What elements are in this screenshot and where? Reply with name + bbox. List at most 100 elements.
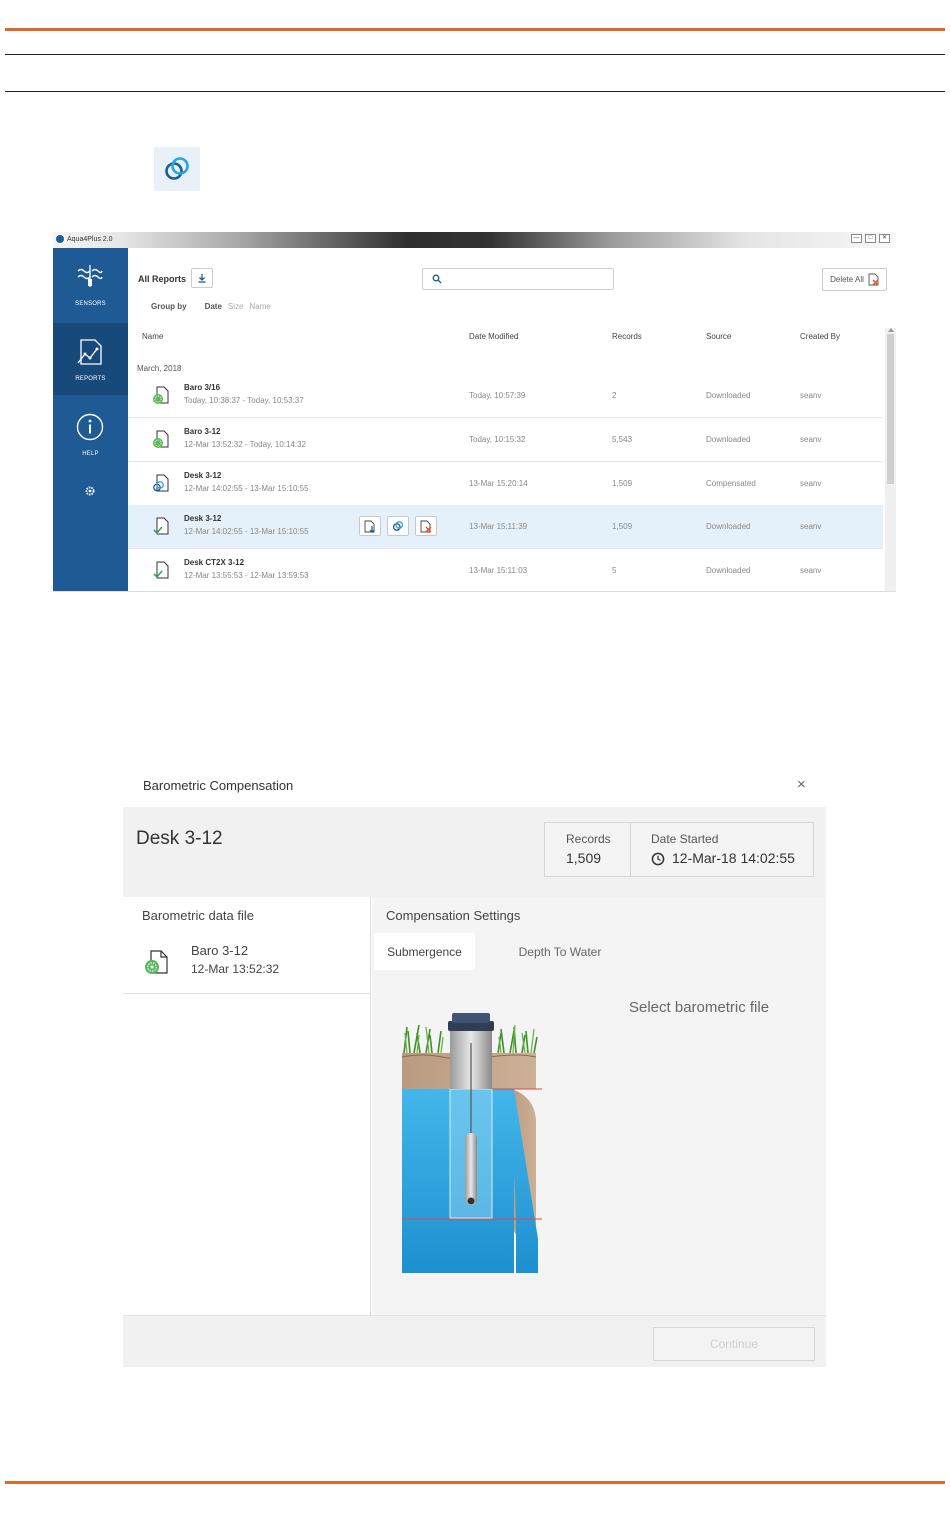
- delete-all-button[interactable]: Delete All: [822, 268, 887, 291]
- row-range: 12-Mar 13:55:53 - 12-Mar 13:59:53: [184, 571, 309, 580]
- row-created-by: seanv: [800, 522, 822, 531]
- baro-file-item[interactable]: Baro 3-12 12-Mar 13:52:32: [123, 937, 371, 994]
- download-all-button[interactable]: [191, 268, 213, 288]
- sidebar-item-help[interactable]: HELP: [53, 398, 128, 470]
- compensation-settings-label: Compensation Settings: [386, 908, 521, 923]
- delete-file-icon: [420, 520, 432, 532]
- compensate-icon: [154, 147, 200, 191]
- reports-panel: All Reports Group by Date Size Name Dele…: [128, 248, 896, 591]
- baro-file-icon: [145, 950, 168, 974]
- records-value: 1,509: [566, 850, 602, 866]
- bottom-orange-rule: [5, 1481, 945, 1484]
- continue-button[interactable]: Continue: [653, 1327, 815, 1361]
- col-source[interactable]: Source: [706, 332, 731, 341]
- file-info-box: Records 1,509 Date Started 12-Mar-18 14:…: [544, 822, 814, 877]
- dialog-header: Desk 3-12 Records 1,509 Date Started 12-…: [123, 807, 826, 897]
- row-records: 1,509: [612, 479, 633, 488]
- compensate-icon: [392, 521, 404, 531]
- search-input[interactable]: [422, 268, 614, 290]
- row-date: 13-Mar 15:11:03: [469, 566, 528, 575]
- row-range: Today, 10:38:37 - Today, 10:53:37: [184, 396, 304, 405]
- col-name[interactable]: Name: [142, 332, 163, 341]
- baro-file-icon: [153, 430, 169, 448]
- table-header: Name Date Modified Records Source Create…: [128, 328, 883, 346]
- row-records: 5: [612, 566, 617, 575]
- col-records[interactable]: Records: [612, 332, 642, 341]
- dialog-footer: Continue: [123, 1315, 826, 1367]
- compensation-settings-panel: Compensation Settings Submergence Depth …: [372, 897, 826, 1315]
- scroll-up-arrow-icon[interactable]: [888, 328, 894, 332]
- info-icon: [76, 413, 104, 441]
- compensated-file-icon: [153, 474, 169, 492]
- delete-file-icon: [868, 273, 879, 286]
- row-range: 12-Mar 14:02:55 - 13-Mar 15:10:55: [184, 484, 309, 493]
- select-baro-prompt: Select barometric file: [629, 999, 770, 1016]
- delete-row-button[interactable]: [415, 516, 437, 536]
- top-orange-rule: [5, 28, 945, 31]
- download-file-icon: [364, 520, 375, 533]
- check-file-icon: [153, 517, 169, 535]
- download-icon: [198, 274, 206, 283]
- dialog-title: Barometric Compensation: [143, 778, 294, 793]
- row-records: 1,509: [612, 522, 633, 531]
- row-date: Today, 10:15:32: [469, 435, 526, 444]
- maximize-button[interactable]: □: [865, 234, 876, 243]
- barometric-file-panel: Barometric data file Baro 3-12 12-Mar 13…: [123, 897, 371, 1315]
- tab-depth-to-water[interactable]: Depth To Water: [500, 933, 620, 970]
- row-name: Baro 3-12: [184, 427, 221, 436]
- table-row[interactable]: Desk CT2X 3-12 12-Mar 13:55:53 - 12-Mar …: [128, 549, 883, 591]
- row-range: 12-Mar 14:02:55 - 13-Mar 15:10:55: [184, 527, 309, 536]
- col-created-by[interactable]: Created By: [800, 332, 840, 341]
- close-window-button[interactable]: ✕: [879, 234, 890, 243]
- row-created-by: seanv: [800, 435, 822, 444]
- search-icon: [432, 274, 442, 284]
- clock-icon: [651, 852, 665, 866]
- file-title: Desk 3-12: [136, 828, 223, 849]
- header-rule-top: [5, 54, 945, 55]
- group-by-date[interactable]: Date: [205, 302, 222, 311]
- aqua4plus-window: Aqua4Plus 2.0 — □ ✕ SENSORS REPORTS HELP…: [53, 232, 896, 592]
- sidebar-item-settings[interactable]: [53, 478, 128, 508]
- row-source: Downloaded: [706, 522, 751, 531]
- dialog-close-button[interactable]: ×: [797, 776, 806, 793]
- window-controls: — □ ✕: [851, 234, 890, 243]
- sidebar-item-reports[interactable]: REPORTS: [53, 323, 128, 395]
- row-records: 5,543: [612, 435, 633, 444]
- download-row-button[interactable]: [359, 516, 381, 536]
- row-date: 13-Mar 15:11:39: [469, 522, 528, 531]
- group-header-month: March, 2018: [137, 364, 182, 373]
- row-source: Compensated: [706, 479, 756, 488]
- compensate-row-button[interactable]: [387, 516, 409, 536]
- group-by-size[interactable]: Size: [228, 302, 244, 311]
- row-date: 13-Mar 15:20:14: [469, 479, 528, 488]
- table-row[interactable]: Desk 3-12 12-Mar 14:02:55 - 13-Mar 15:10…: [128, 462, 883, 506]
- table-row[interactable]: Baro 3-12 12-Mar 13:52:32 - Today, 10:14…: [128, 418, 883, 462]
- col-date-modified[interactable]: Date Modified: [469, 332, 518, 341]
- scroll-thumb[interactable]: [887, 334, 894, 484]
- row-source: Downloaded: [706, 391, 751, 400]
- row-name: Desk CT2X 3-12: [184, 558, 245, 567]
- row-created-by: seanv: [800, 391, 822, 400]
- info-divider: [630, 823, 631, 876]
- table-row-selected[interactable]: Desk 3-12 12-Mar 14:02:55 - 13-Mar 15:10…: [128, 505, 883, 549]
- baro-file-date: 12-Mar 13:52:32: [191, 962, 280, 976]
- baro-file-icon: [153, 386, 169, 404]
- barometric-compensation-dialog: Barometric Compensation × Desk 3-12 Reco…: [123, 762, 826, 1367]
- tab-submergence[interactable]: Submergence: [374, 933, 475, 970]
- row-source: Downloaded: [706, 566, 751, 575]
- date-started-label: Date Started: [651, 832, 719, 846]
- group-by-bar: Group by Date Size Name: [151, 302, 271, 311]
- minimize-button[interactable]: —: [851, 234, 862, 243]
- baro-section-label: Barometric data file: [142, 908, 254, 923]
- table-scrollbar[interactable]: [885, 328, 896, 591]
- sidebar-item-sensors[interactable]: SENSORS: [53, 248, 128, 320]
- row-range: 12-Mar 13:52:32 - Today, 10:14:32: [184, 440, 307, 449]
- row-date: Today, 10:57:39: [469, 391, 526, 400]
- records-label: Records: [566, 832, 611, 846]
- header-rule-bottom: [5, 91, 945, 92]
- group-by-name[interactable]: Name: [249, 302, 270, 311]
- sidebar-label-reports: REPORTS: [75, 376, 106, 382]
- row-created-by: seanv: [800, 479, 822, 488]
- app-title: Aqua4Plus 2.0: [56, 235, 113, 243]
- table-row[interactable]: Baro 3/16 Today, 10:38:37 - Today, 10:53…: [128, 374, 883, 418]
